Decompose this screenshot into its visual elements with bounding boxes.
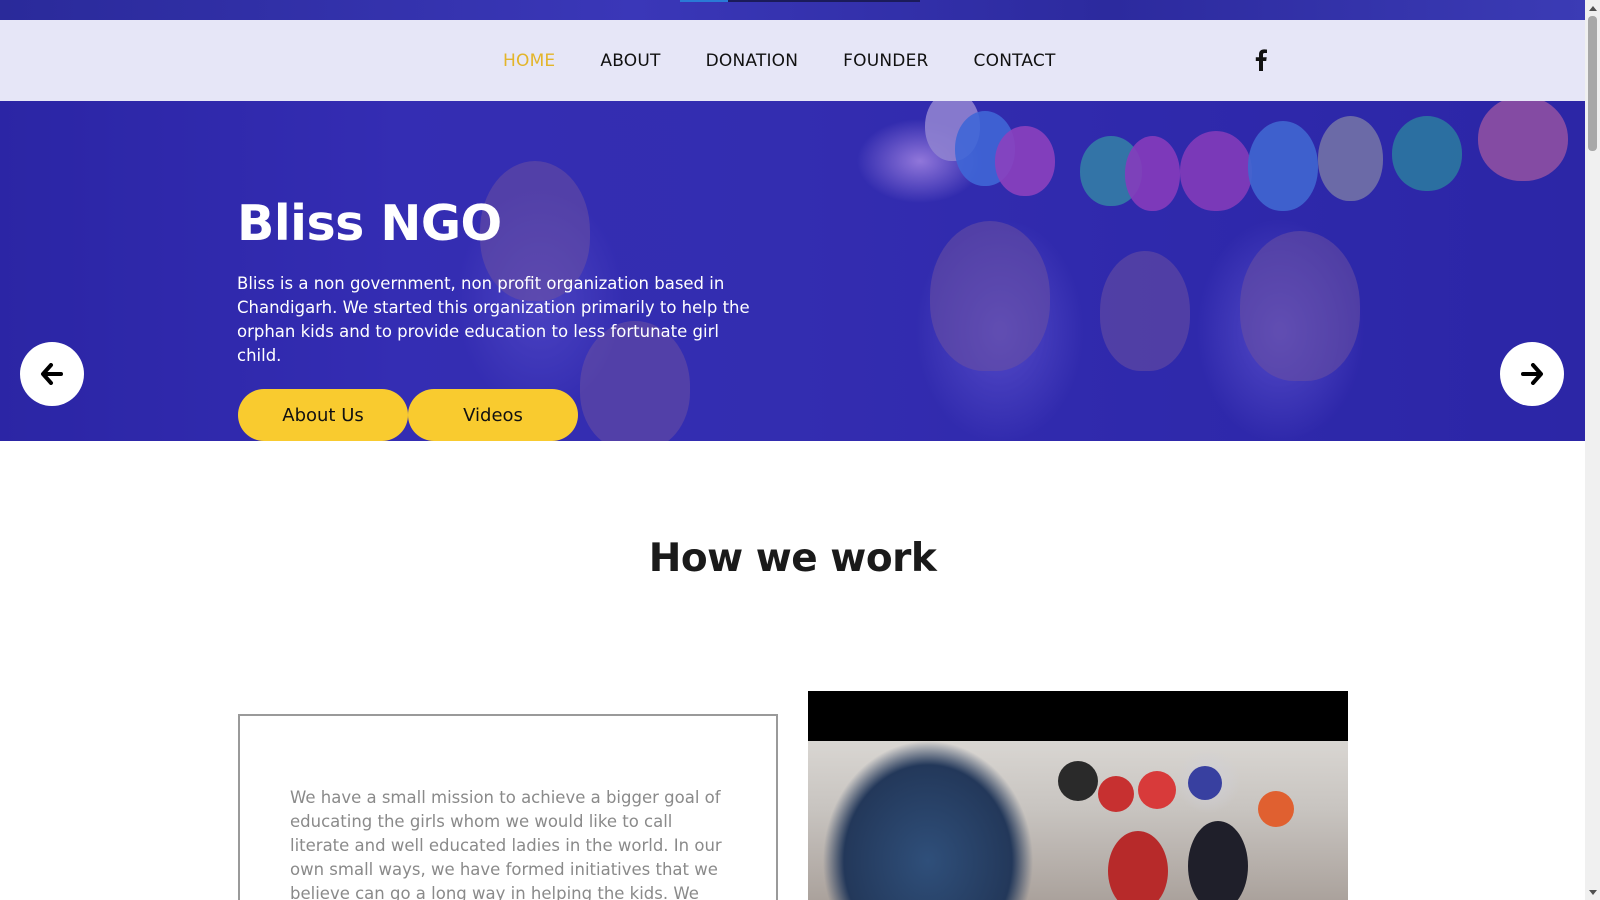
video-player[interactable] [808, 691, 1348, 900]
nav-item-donation[interactable]: DONATION [706, 51, 799, 71]
video-photo-person [1188, 821, 1248, 900]
arrow-left-icon [41, 363, 63, 385]
nav-item-contact[interactable]: CONTACT [974, 51, 1056, 71]
nav-item-founder[interactable]: FOUNDER [843, 51, 928, 71]
facebook-icon[interactable] [1254, 49, 1268, 71]
scroll-up-icon[interactable] [1585, 0, 1600, 15]
video-photo-person [1258, 791, 1294, 827]
how-we-work-card: We have a small mission to achieve a big… [238, 714, 778, 900]
hero-slider: Bliss NGO Bliss is a non government, non… [0, 101, 1585, 441]
videos-button[interactable]: Videos [408, 389, 578, 441]
nav-item-about[interactable]: ABOUT [600, 51, 660, 71]
video-photo-person [1058, 761, 1098, 801]
hero-description: Bliss is a non government, non profit or… [237, 274, 750, 365]
slider-prev-button[interactable] [20, 342, 84, 406]
how-we-work-text: We have a small mission to achieve a big… [290, 788, 722, 900]
page-scrollbar[interactable] [1585, 0, 1600, 900]
nav-item-home[interactable]: HOME [503, 51, 555, 71]
scrollbar-thumb[interactable] [1588, 16, 1597, 151]
slider-indicator[interactable] [728, 0, 920, 2]
slider-indicator-active[interactable] [680, 0, 728, 2]
page: HOME ABOUT DONATION FOUNDER CONTACT Blis… [0, 0, 1600, 900]
nav-menu: HOME ABOUT DONATION FOUNDER CONTACT [503, 20, 1056, 101]
video-photo-person [1188, 766, 1222, 800]
navbar: HOME ABOUT DONATION FOUNDER CONTACT [0, 20, 1585, 101]
video-photo-person [1138, 771, 1176, 809]
video-photo-person [1108, 831, 1168, 900]
arrow-right-icon [1521, 363, 1543, 385]
about-us-button[interactable]: About Us [238, 389, 408, 441]
hero-overlay [0, 101, 1585, 441]
video-photo-person [1098, 776, 1134, 812]
how-we-work-heading: How we work [648, 536, 937, 581]
hero-image-top-strip [0, 0, 1585, 20]
slider-next-button[interactable] [1500, 342, 1564, 406]
video-thumbnail[interactable] [808, 741, 1348, 900]
hero-title: Bliss NGO [237, 195, 502, 252]
scroll-down-icon[interactable] [1585, 885, 1600, 900]
